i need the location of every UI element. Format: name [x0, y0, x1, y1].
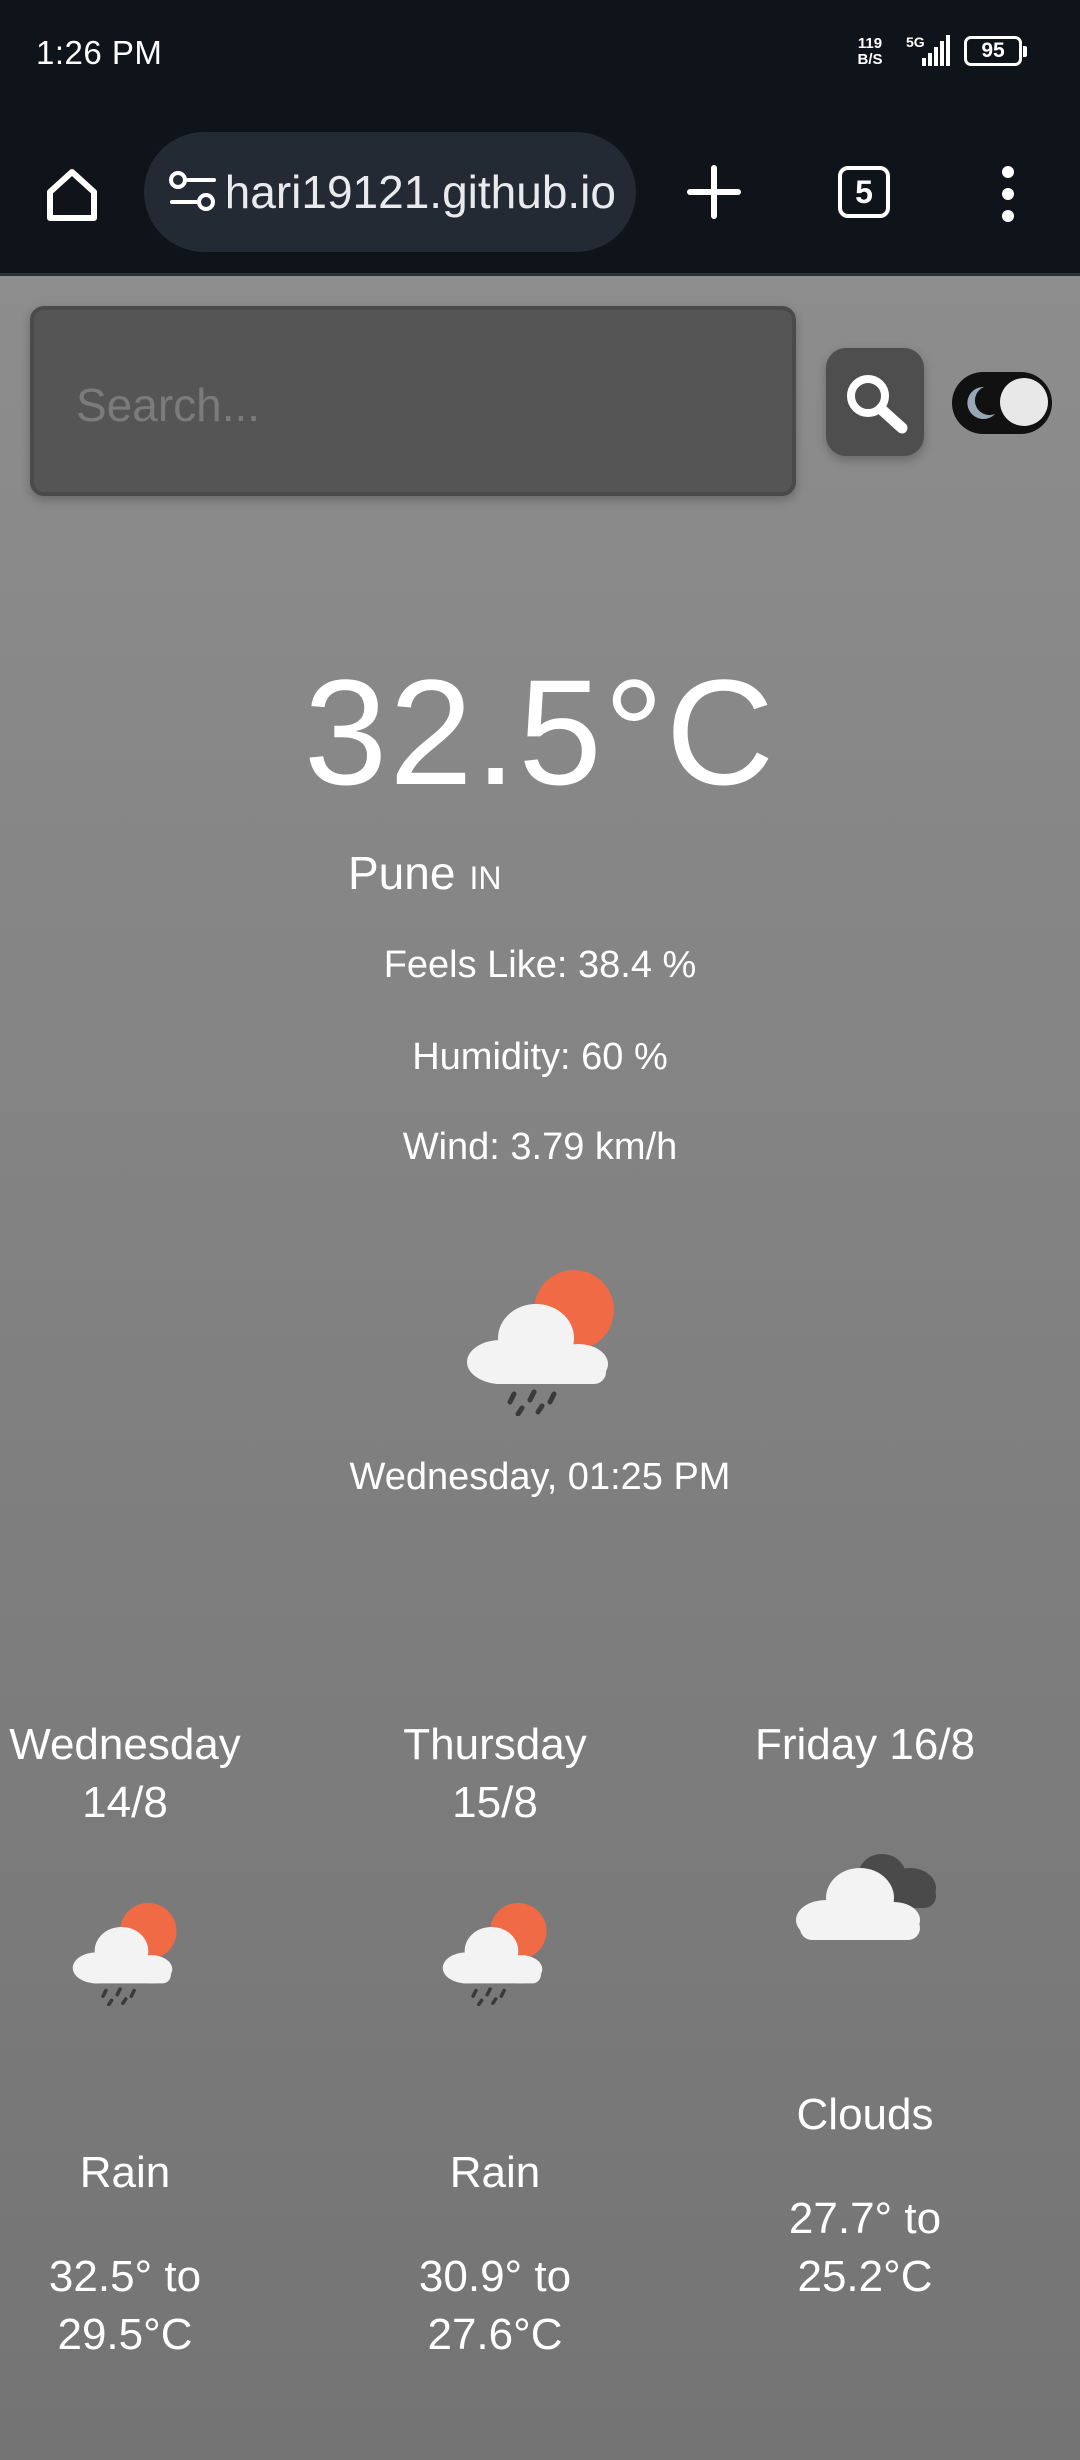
network-speed: 119 B/S [852, 36, 888, 68]
location: Pune IN [348, 846, 501, 900]
forecast-description: Clouds [796, 2090, 934, 2139]
site-settings-icon[interactable] [168, 168, 218, 219]
current-datetime: Wednesday, 01:25 PM [349, 1456, 731, 1498]
status-bar: 1:26 PM 119 B/S 5G 95 [0, 0, 1080, 110]
city-name: Pune [348, 847, 456, 899]
signal-icon: 5G [906, 34, 954, 73]
browser-toolbar: hari19121.github.io 5 [0, 110, 1080, 276]
forecast-range-line1: 27.7° to [788, 2194, 942, 2243]
forecast-card: Friday 16/8 Clouds 27.7° to 25.2°C [680, 1716, 1050, 2301]
url-text[interactable]: hari19121.github.io [228, 165, 616, 219]
forecast-range-line2: 29.5°C [57, 2310, 193, 2359]
forecast-day: Thursday [403, 1720, 587, 1769]
search-box[interactable] [30, 306, 796, 496]
feels-like: Feels Like: 38.4 % [383, 944, 697, 986]
current-temperature: 32.5°C [303, 648, 777, 816]
country-code: IN [469, 860, 502, 896]
forecast-day: Friday 16/8 [680, 1716, 1050, 1774]
forecast-range-line1: 32.5° to [48, 2252, 202, 2301]
humidity: Humidity: 60 % [412, 1036, 668, 1078]
rain-sun-cloud-icon [456, 1246, 626, 1421]
forecast-description: Rain [449, 2148, 541, 2197]
forecast-day: Wednesday [9, 1720, 241, 1769]
home-icon[interactable] [40, 162, 104, 226]
wind-speed: Wind: 3.79 km/h [402, 1126, 678, 1168]
network-speed-value: 119 [857, 35, 883, 52]
moon-icon [967, 386, 995, 419]
weather-page: 32.5°C Pune IN Feels Like: 38.4 % Humidit… [0, 276, 1080, 2460]
tab-switcher-button[interactable]: 5 [838, 166, 890, 218]
forecast-card: Wednesday 14/8 Rain 32.5° to 29.5°C [0, 1716, 310, 2359]
forecast-temp-range: 30.9° to 27.6°C [310, 2248, 680, 2364]
forecast-description: Rain [79, 2148, 171, 2197]
more-menu-icon[interactable] [994, 162, 1022, 226]
battery-icon: 95 [964, 36, 1027, 66]
forecast-range-line1: 30.9° to [418, 2252, 572, 2301]
forecast-range-line2: 25.2°C [797, 2252, 933, 2301]
forecast-card: Thursday 15/8 Rain 30.9° to 27.6°C [310, 1716, 680, 2359]
address-bar[interactable]: hari19121.github.io [144, 132, 636, 252]
forecast-temp-range: 32.5° to 29.5°C [0, 2248, 310, 2364]
search-input[interactable] [74, 374, 758, 436]
status-time: 1:26 PM [36, 34, 163, 71]
forecast-date: 14/8 [82, 1778, 168, 1827]
forecast-date: 16/8 [889, 1720, 976, 1769]
search-icon [847, 375, 908, 434]
clouds-icon [790, 1836, 950, 1951]
forecast-day-name: Friday [754, 1720, 878, 1769]
toggle-knob [1000, 378, 1048, 426]
network-type: 5G [906, 34, 925, 50]
forecast-date: 15/8 [452, 1778, 538, 1827]
new-tab-icon[interactable] [682, 160, 746, 224]
dark-mode-toggle[interactable] [952, 372, 1052, 434]
forecast-range-line2: 27.6°C [427, 2310, 563, 2359]
rain-sun-cloud-icon [435, 1886, 555, 2011]
forecast-temp-range: 27.7° to 25.2°C [680, 2190, 1050, 2306]
rain-sun-cloud-icon [65, 1886, 185, 2011]
search-button[interactable] [826, 348, 924, 456]
network-speed-unit: B/S [857, 51, 883, 68]
